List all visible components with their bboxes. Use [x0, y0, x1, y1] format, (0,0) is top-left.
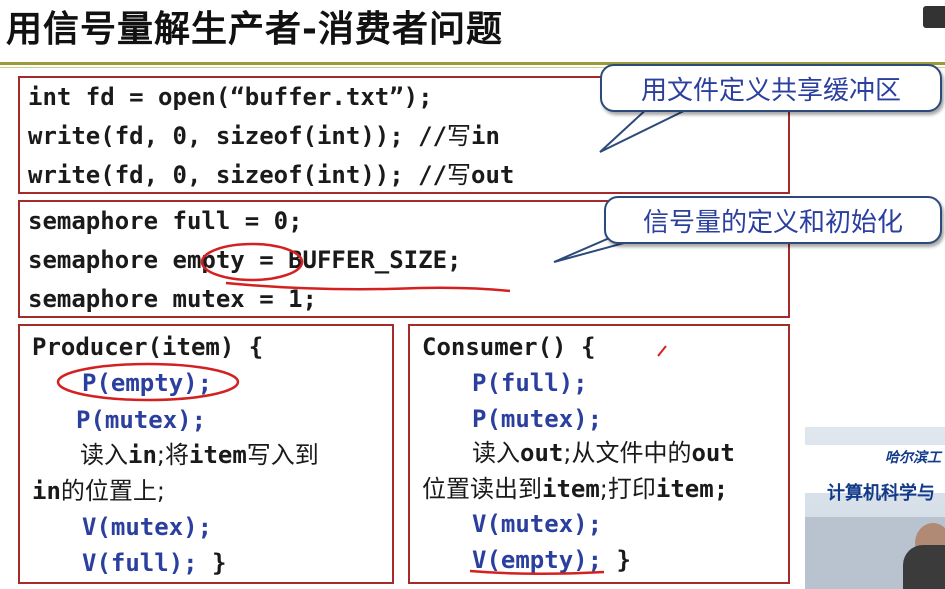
cn-text: 位置读出到	[422, 475, 542, 503]
comment-kw: in	[471, 122, 500, 150]
producer-read-in-wrap: in的位置上;	[32, 472, 165, 511]
consumer-p-full: P(full);	[472, 369, 588, 397]
cn-text: ;打印	[599, 475, 656, 503]
consumer-read-out-wrap: 位置读出到item;打印item;	[422, 470, 728, 509]
callout-shared-buffer: 用文件定义共享缓冲区	[600, 64, 942, 112]
code-text: write(fd, 0, sizeof(int)); //	[28, 122, 448, 150]
producer-read-in: 读入in;将item写入到	[80, 436, 319, 475]
consumer-close-brace: }	[602, 546, 631, 574]
code-text: write(fd, 0, sizeof(int)); //	[28, 161, 448, 189]
buffer-line-open: int fd = open(“buffer.txt”);	[28, 83, 433, 111]
producer-v-mutex: V(mutex);	[82, 513, 213, 541]
cn-text: 的位置上;	[60, 477, 165, 505]
comment-cn: 写	[447, 122, 472, 150]
kw-text: out	[520, 439, 564, 467]
buffer-line-write-in: write(fd, 0, sizeof(int)); //写in	[28, 117, 500, 156]
cn-text: 读入	[472, 439, 520, 467]
video-dept-text: 计算机科学与	[827, 483, 935, 504]
callout-semaphore-init: 信号量的定义和初始化	[604, 196, 942, 244]
video-school-text: 哈尔滨工	[885, 450, 941, 466]
kw-text: item	[655, 475, 714, 503]
cn-text: ;将	[156, 441, 189, 469]
producer-v-full-line: V(full); }	[82, 544, 227, 583]
cn-text: ;从文件中的	[563, 439, 692, 467]
lecturer-body	[903, 545, 945, 589]
comment-cn: 写	[447, 161, 472, 189]
consumer-v-empty: V(empty);	[472, 546, 603, 574]
producer-p-mutex: P(mutex);	[76, 406, 207, 434]
cn-text: 写入到	[246, 441, 319, 469]
producer-p-empty: P(empty);	[82, 369, 213, 397]
buffer-line-write-out: write(fd, 0, sizeof(int)); //写out	[28, 156, 514, 195]
consumer-v-mutex: V(mutex);	[472, 510, 603, 538]
kw-text: item	[189, 441, 247, 469]
corner-badge	[923, 6, 945, 28]
page-title: 用信号量解生产者-消费者问题	[6, 9, 503, 50]
kw-text: in	[128, 441, 157, 469]
semaphore-full: semaphore full = 0;	[28, 207, 303, 235]
producer-v-full: V(full);	[82, 549, 198, 577]
consumer-header: Consumer() {	[422, 333, 596, 361]
cn-text: 读入	[80, 441, 128, 469]
producer-close-brace: }	[197, 549, 227, 577]
kw-text: ;	[713, 475, 729, 503]
kw-text: out	[691, 439, 735, 467]
consumer-v-empty-line: V(empty); }	[472, 541, 631, 580]
kw-text: in	[32, 477, 61, 505]
kw-text: item	[542, 475, 600, 503]
semaphore-mutex: semaphore mutex = 1;	[28, 285, 317, 313]
comment-kw: out	[471, 161, 515, 189]
lecturer-video-overlay: 哈尔滨工 计算机科学与	[805, 427, 945, 589]
producer-header: Producer(item) {	[32, 333, 264, 361]
semaphore-empty: semaphore empty = BUFFER_SIZE;	[28, 246, 462, 274]
consumer-read-out: 读入out;从文件中的out	[472, 434, 735, 473]
